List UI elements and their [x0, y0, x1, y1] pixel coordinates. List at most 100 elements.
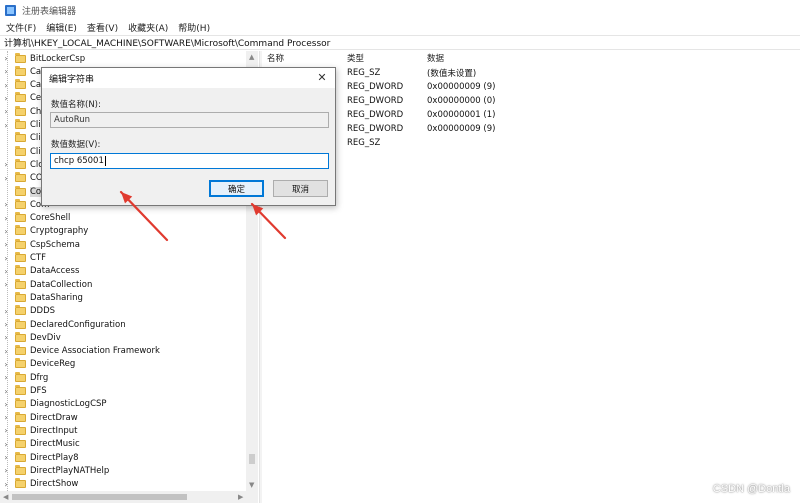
chevron-right-icon[interactable]: › — [1, 307, 11, 316]
chevron-right-icon[interactable]: › — [1, 67, 11, 76]
chevron-right-icon[interactable]: › — [1, 240, 11, 249]
watermark: CSDN @Dontla — [712, 483, 790, 495]
chevron-right-icon[interactable]: › — [1, 160, 11, 169]
menu-file[interactable]: 文件(F) — [6, 21, 36, 34]
tree-item[interactable]: › DevDiv — [0, 331, 246, 344]
chevron-right-icon[interactable]: › — [1, 373, 11, 382]
column-header-type[interactable]: 类型 — [347, 51, 364, 65]
tree-item-label: Device Association Framework — [30, 346, 160, 357]
scroll-up-icon[interactable]: ▲ — [249, 53, 254, 61]
scroll-right-icon[interactable]: ▶ — [238, 493, 243, 501]
chevron-right-icon[interactable]: › — [1, 387, 11, 396]
dialog-titlebar: 编辑字符串 ✕ — [42, 68, 335, 88]
value-row[interactable]: rREG_DWORD0x00000009 (9) — [263, 80, 800, 94]
folder-icon — [15, 345, 26, 356]
tree-item[interactable]: › DeclaredConfiguration — [0, 318, 246, 331]
folder-icon — [15, 172, 26, 183]
cancel-button[interactable]: 取消 — [273, 180, 328, 197]
folder-icon — [15, 145, 26, 156]
chevron-right-icon[interactable]: › — [1, 81, 11, 90]
chevron-right-icon[interactable]: › — [1, 320, 11, 329]
chevron-right-icon[interactable]: › — [1, 121, 11, 130]
tree-item-label: DirectDraw — [30, 412, 78, 423]
tree-item[interactable]: › DataAccess — [0, 265, 246, 278]
value-row[interactable]: REG_SZ — [263, 136, 800, 150]
menu-favorites[interactable]: 收藏夹(A) — [128, 21, 168, 34]
value-row[interactable]: REG_DWORD 0x00000000 (0) — [263, 94, 800, 108]
ok-button[interactable]: 确定 — [209, 180, 264, 197]
value-row[interactable]: REG_SZ (数值未设置) — [263, 66, 800, 80]
column-header-name[interactable]: 名称 — [267, 51, 284, 65]
chevron-right-icon[interactable]: › — [1, 453, 11, 462]
chevron-right-icon[interactable]: › — [1, 200, 11, 209]
folder-icon — [15, 185, 26, 196]
folder-icon — [15, 318, 26, 329]
chevron-right-icon[interactable]: › — [1, 107, 11, 116]
tree-item[interactable]: › CTF — [0, 252, 246, 265]
tree-horizontal-scrollbar[interactable]: ◀ ▶ — [0, 491, 258, 503]
tree-item[interactable]: › DirectInput — [0, 424, 246, 437]
value-data-cell: 0x00000009 (9) — [427, 124, 496, 134]
value-data-input[interactable]: chcp 65001 — [50, 153, 329, 169]
chevron-right-icon[interactable]: › — [1, 214, 11, 223]
chevron-right-icon[interactable]: › — [1, 227, 11, 236]
tree-item[interactable]: › DirectShow — [0, 478, 246, 491]
chevron-right-icon[interactable]: › — [1, 480, 11, 489]
menu-help[interactable]: 帮助(H) — [178, 21, 210, 34]
window-title: 注册表编辑器 — [22, 6, 77, 17]
tree-item[interactable]: DataSharing — [0, 291, 246, 304]
chevron-right-icon[interactable]: › — [1, 94, 11, 103]
tree-item[interactable]: › Device Association Framework — [0, 345, 246, 358]
folder-icon — [15, 79, 26, 90]
tree-item[interactable]: › CspSchema — [0, 238, 246, 251]
tree-item[interactable]: › CoreShell — [0, 212, 246, 225]
chevron-right-icon[interactable]: › — [1, 413, 11, 422]
tree-vertical-scroll-thumb[interactable] — [249, 454, 255, 464]
scroll-down-icon[interactable]: ▼ — [249, 481, 254, 489]
chevron-right-icon[interactable]: › — [1, 360, 11, 369]
menu-edit[interactable]: 编辑(E) — [46, 21, 77, 34]
chevron-right-icon[interactable]: › — [1, 400, 11, 409]
chevron-right-icon[interactable]: › — [1, 466, 11, 475]
tree-item[interactable]: › DirectDraw — [0, 411, 246, 424]
chevron-right-icon[interactable]: › — [1, 280, 11, 289]
column-header-data[interactable]: 数据 — [427, 51, 444, 65]
tree-item[interactable]: › DirectPlayNATHelp — [0, 464, 246, 477]
scroll-left-icon[interactable]: ◀ — [3, 493, 8, 501]
address-bar[interactable]: 计算机\HKEY_LOCAL_MACHINE\SOFTWARE\Microsof… — [0, 35, 800, 50]
chevron-right-icon[interactable]: › — [1, 54, 11, 63]
tree-item[interactable]: › DeviceReg — [0, 358, 246, 371]
folder-icon — [15, 119, 26, 129]
tree-item[interactable]: › Dfrg — [0, 371, 246, 384]
tree-item[interactable]: › DFS — [0, 385, 246, 398]
tree-item[interactable]: › DDDS — [0, 305, 246, 318]
chevron-right-icon[interactable]: › — [1, 333, 11, 342]
chevron-right-icon[interactable]: › — [1, 426, 11, 435]
tree-horizontal-scroll-thumb[interactable] — [12, 494, 187, 500]
value-row[interactable]: ..REG_DWORD0x00000001 (1) — [263, 108, 800, 122]
tree-item[interactable]: › DataCollection — [0, 278, 246, 291]
menu-view[interactable]: 查看(V) — [87, 21, 118, 34]
chevron-right-icon[interactable]: › — [1, 440, 11, 449]
tree-item-label: CspSchema — [30, 239, 80, 250]
folder-icon — [15, 212, 26, 223]
close-icon[interactable]: ✕ — [315, 71, 329, 85]
value-row[interactable]: ..REG_DWORD0x00000009 (9) — [263, 122, 800, 136]
tree-item[interactable]: › DirectPlay8 — [0, 451, 246, 464]
value-data-text: chcp 65001 — [54, 156, 104, 166]
chevron-right-icon[interactable]: › — [1, 174, 11, 183]
menu-bar: 文件(F) 编辑(E) 查看(V) 收藏夹(A) 帮助(H) — [0, 20, 800, 34]
tree-item-label: DirectMusic — [30, 439, 80, 450]
tree-item[interactable]: › BitLockerCsp — [0, 52, 246, 65]
chevron-right-icon[interactable]: › — [1, 347, 11, 356]
tree-item[interactable]: › DirectMusic — [0, 438, 246, 451]
folder-icon — [15, 358, 26, 369]
tree-item-label: DataAccess — [30, 266, 80, 277]
tree-item-label: DDDS — [30, 306, 56, 317]
tree-item[interactable]: › DiagnosticLogCSP — [0, 398, 246, 411]
chevron-right-icon[interactable]: › — [1, 254, 11, 263]
tree-item-label: DataCollection — [30, 279, 93, 290]
chevron-right-icon[interactable]: › — [1, 267, 11, 276]
tree-item[interactable]: › Cryptography — [0, 225, 246, 238]
value-data-label: 数值数据(V): — [51, 140, 101, 150]
